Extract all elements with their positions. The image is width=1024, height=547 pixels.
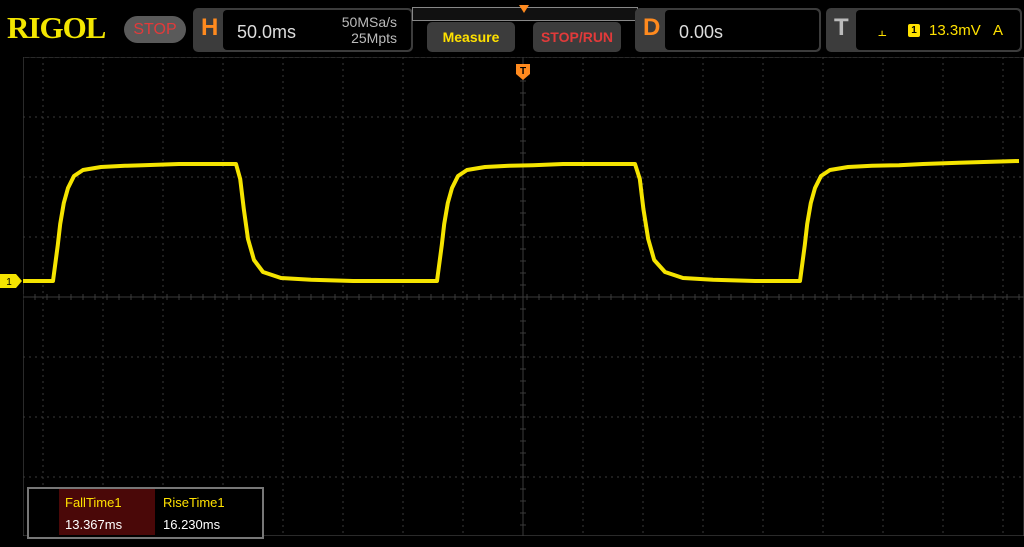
rising-edge-icon: ⫠	[878, 23, 887, 39]
top-bar: RIGOL STOP H 50.0ms 50MSa/s 25Mpts Measu…	[0, 0, 1024, 56]
measurement-fall-time[interactable]: FallTime1 13.367ms	[59, 489, 155, 535]
measurement-label: FallTime1	[65, 495, 122, 510]
horizontal-label: H	[201, 14, 219, 41]
measurement-value: 16.230ms	[163, 517, 221, 532]
trigger-level: 13.3mV	[929, 22, 981, 39]
measure-button[interactable]: Measure	[427, 22, 515, 52]
measurement-panel[interactable]: FallTime1 13.367ms RiseTime1 16.230ms	[27, 487, 264, 539]
channel1-marker-label: 1	[6, 277, 12, 288]
channel1-offset-marker[interactable]: 1	[0, 274, 22, 288]
measurement-label: RiseTime1	[163, 495, 225, 510]
acquisition-info: 50MSa/s 25Mpts	[342, 14, 397, 46]
trigger-marker-label: T	[520, 66, 526, 77]
delay-panel[interactable]: D 0.00s	[635, 8, 821, 52]
trigger-label: T	[834, 14, 849, 41]
trigger-panel[interactable]: T ⫠ 1 13.3mV A	[826, 8, 1022, 52]
horizontal-readout: 50.0ms 50MSa/s 25Mpts	[223, 10, 411, 50]
run-state-badge[interactable]: STOP	[124, 16, 186, 43]
stop-run-button[interactable]: STOP/RUN	[533, 22, 621, 52]
brand-logo: RIGOL	[7, 10, 106, 45]
memory-depth: 25Mpts	[351, 30, 397, 46]
trigger-channel-badge: 1	[908, 24, 920, 37]
sample-rate: 50MSa/s	[341, 14, 397, 30]
trigger-mode: A	[993, 22, 1004, 39]
measurement-value: 13.367ms	[65, 517, 123, 532]
measurement-rise-time[interactable]: RiseTime1 16.230ms	[157, 489, 253, 535]
delay-readout: 0.00s	[665, 10, 819, 50]
delay-label: D	[643, 14, 661, 41]
trigger-readout: ⫠ 1 13.3mV A	[856, 10, 1020, 50]
memory-position-bar[interactable]	[412, 5, 638, 21]
horizontal-panel[interactable]: H 50.0ms 50MSa/s 25Mpts	[193, 8, 413, 52]
delay-value: 0.00s	[679, 22, 724, 42]
trigger-position-icon	[519, 5, 529, 13]
timebase-value: 50.0ms	[237, 22, 297, 42]
waveform-display[interactable]: T	[23, 57, 1024, 536]
